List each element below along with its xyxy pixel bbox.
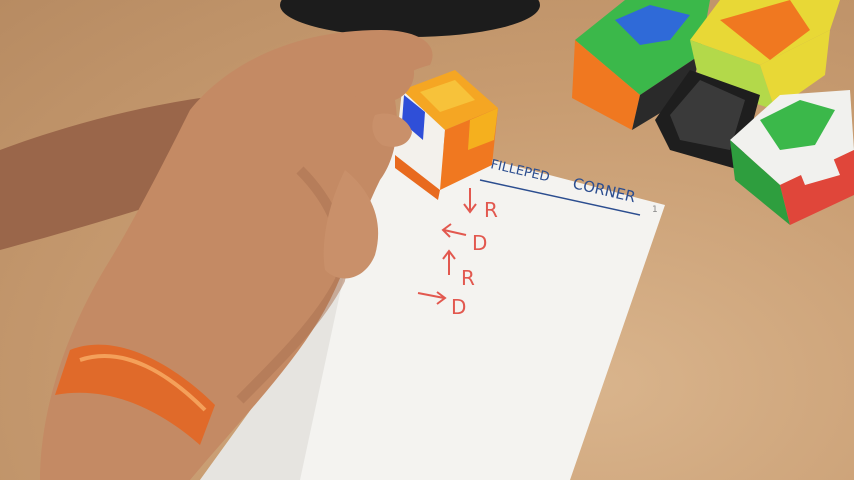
move-4-letter: D [451,295,466,319]
move-1-letter: R [484,198,498,222]
move-3-letter: R [461,266,475,290]
photo-scene: FILLEPED CORNER 1 R D R D [0,0,854,480]
round-base [280,0,540,37]
scene-drawing: FILLEPED CORNER 1 R D R D [0,0,854,480]
corner-mark: 1 [652,205,658,215]
move-2-letter: D [472,231,487,255]
